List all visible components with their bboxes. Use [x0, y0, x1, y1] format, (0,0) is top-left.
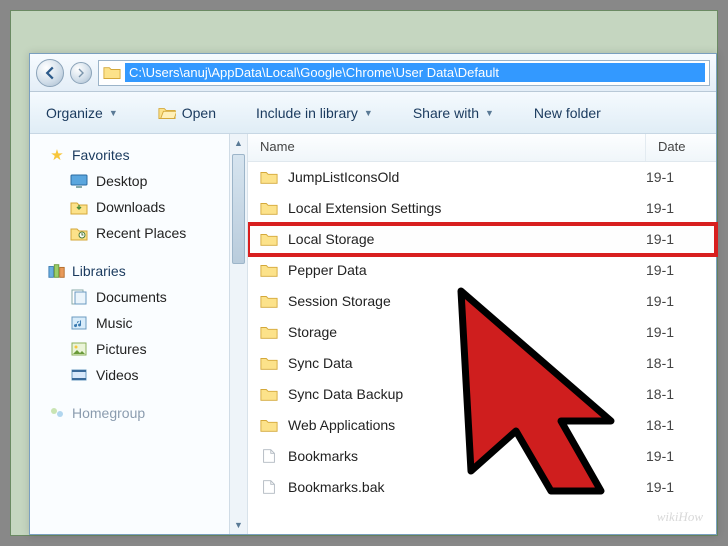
sidebar-scrollbar[interactable]: ▲ ▼ [229, 134, 247, 534]
address-bar: C:\Users\anuj\AppData\Local\Google\Chrom… [30, 54, 716, 92]
folder-icon [260, 168, 278, 186]
sidebar-favorites[interactable]: ★ Favorites [48, 142, 239, 168]
downloads-icon [70, 198, 88, 216]
file-name: Bookmarks [288, 448, 358, 464]
file-date: 19-1 [646, 200, 704, 216]
file-date: 19-1 [646, 231, 704, 247]
folder-icon [260, 292, 278, 310]
file-date: 18-1 [646, 355, 704, 371]
file-name: Storage [288, 324, 337, 340]
file-name: Web Applications [288, 417, 395, 433]
star-icon: ★ [48, 146, 66, 164]
file-date: 18-1 [646, 386, 704, 402]
file-row[interactable]: Sync Data 18-1 [248, 348, 716, 379]
folder-icon [260, 354, 278, 372]
file-list: Name Date JumpListIconsOld19-1Local Exte… [248, 134, 716, 534]
back-button[interactable] [36, 59, 64, 87]
file-name: JumpListIconsOld [288, 169, 399, 185]
folder-icon [260, 230, 278, 248]
toolbar: Organize▼ Open Include in library▼ Share… [30, 92, 716, 134]
column-name[interactable]: Name [248, 134, 646, 161]
folder-icon [260, 261, 278, 279]
sidebar-item-documents[interactable]: Documents [48, 284, 239, 310]
file-date: 19-1 [646, 324, 704, 340]
file-row[interactable]: Web Applications 18-1 [248, 410, 716, 441]
file-row[interactable]: Pepper Data 19-1 [248, 255, 716, 286]
pictures-icon [70, 340, 88, 358]
recent-icon [70, 224, 88, 242]
share-with-menu[interactable]: Share with▼ [407, 101, 500, 125]
column-date[interactable]: Date [646, 134, 716, 161]
file-icon [260, 478, 278, 496]
open-button[interactable]: Open [152, 100, 222, 126]
sidebar-item-downloads[interactable]: Downloads [48, 194, 239, 220]
column-headers: Name Date [248, 134, 716, 162]
folder-icon [260, 416, 278, 434]
folder-icon [260, 199, 278, 217]
file-row[interactable]: Storage 19-1 [248, 317, 716, 348]
open-icon [158, 104, 176, 122]
file-row[interactable]: Bookmarks.bak 19-1 [248, 472, 716, 503]
desktop-icon [70, 172, 88, 190]
documents-icon [70, 288, 88, 306]
file-date: 19-1 [646, 169, 704, 185]
folder-icon [260, 385, 278, 403]
file-name: Session Storage [288, 293, 391, 309]
file-name: Sync Data Backup [288, 386, 403, 402]
videos-icon [70, 366, 88, 384]
folder-icon [103, 64, 121, 82]
file-name: Pepper Data [288, 262, 367, 278]
scroll-thumb[interactable] [232, 154, 245, 264]
scroll-up-icon[interactable]: ▲ [230, 134, 247, 152]
file-date: 18-1 [646, 417, 704, 433]
chevron-down-icon: ▼ [109, 108, 118, 118]
file-name: Local Extension Settings [288, 200, 441, 216]
explorer-window: C:\Users\anuj\AppData\Local\Google\Chrom… [29, 53, 717, 535]
sidebar-item-recent[interactable]: Recent Places [48, 220, 239, 246]
sidebar-homegroup[interactable]: Homegroup [48, 400, 239, 426]
file-name: Sync Data [288, 355, 353, 371]
chevron-down-icon: ▼ [485, 108, 494, 118]
music-icon [70, 314, 88, 332]
sidebar-item-videos[interactable]: Videos [48, 362, 239, 388]
file-icon [260, 447, 278, 465]
file-row[interactable]: JumpListIconsOld 19-1 [248, 162, 716, 193]
homegroup-icon [48, 404, 66, 422]
address-path-text: C:\Users\anuj\AppData\Local\Google\Chrom… [125, 63, 705, 82]
new-folder-button[interactable]: New folder [528, 101, 607, 125]
sidebar-item-desktop[interactable]: Desktop [48, 168, 239, 194]
sidebar-item-pictures[interactable]: Pictures [48, 336, 239, 362]
watermark: wikiHow [657, 509, 703, 525]
sidebar-item-music[interactable]: Music [48, 310, 239, 336]
file-name: Local Storage [288, 231, 374, 247]
file-row[interactable]: Local Extension Settings 19-1 [248, 193, 716, 224]
scroll-down-icon[interactable]: ▼ [230, 516, 247, 534]
file-date: 19-1 [646, 448, 704, 464]
window-body: ★ Favorites Desktop Downloads Recent Pla… [30, 134, 716, 534]
file-date: 19-1 [646, 479, 704, 495]
libraries-icon [48, 262, 66, 280]
include-library-menu[interactable]: Include in library▼ [250, 101, 379, 125]
file-row[interactable]: Sync Data Backup 18-1 [248, 379, 716, 410]
organize-menu[interactable]: Organize▼ [40, 101, 124, 125]
file-date: 19-1 [646, 293, 704, 309]
folder-icon [260, 323, 278, 341]
file-date: 19-1 [646, 262, 704, 278]
address-input[interactable]: C:\Users\anuj\AppData\Local\Google\Chrom… [98, 60, 710, 86]
forward-button[interactable] [70, 62, 92, 84]
file-row[interactable]: Bookmarks 19-1 [248, 441, 716, 472]
sidebar: ★ Favorites Desktop Downloads Recent Pla… [30, 134, 248, 534]
file-row[interactable]: Local Storage 19-1 [248, 224, 716, 255]
chevron-down-icon: ▼ [364, 108, 373, 118]
file-name: Bookmarks.bak [288, 479, 384, 495]
sidebar-libraries[interactable]: Libraries [48, 258, 239, 284]
frame: C:\Users\anuj\AppData\Local\Google\Chrom… [10, 10, 718, 536]
file-row[interactable]: Session Storage 19-1 [248, 286, 716, 317]
